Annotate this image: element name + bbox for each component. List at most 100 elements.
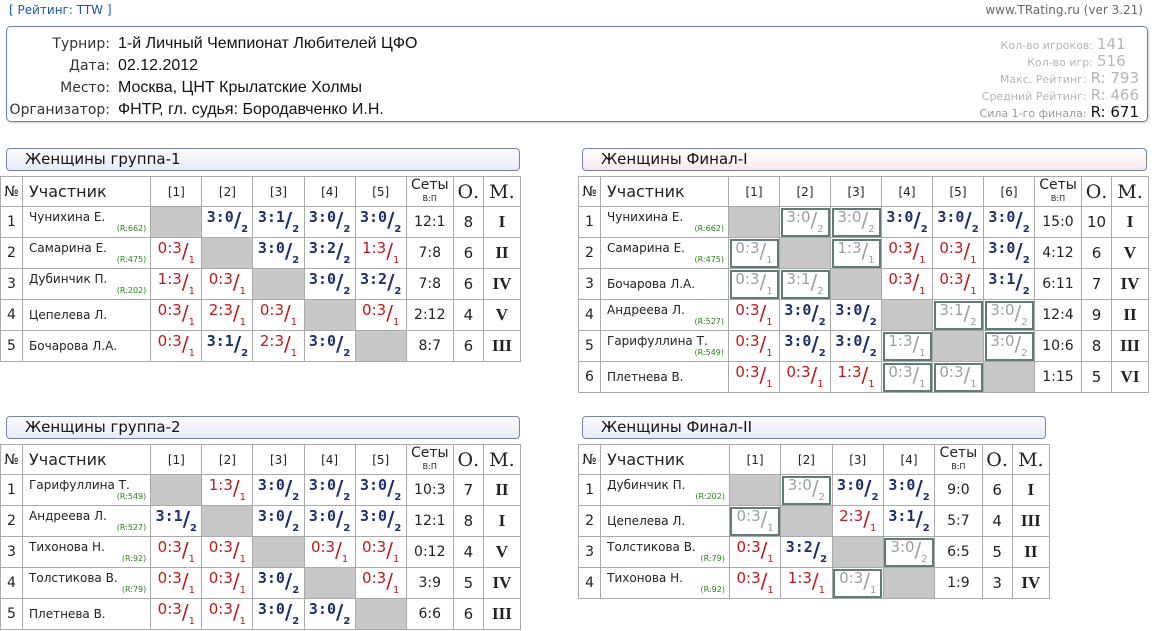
match-result[interactable]: 0:3/1 xyxy=(150,237,203,269)
match-result[interactable]: 3:0/2 xyxy=(252,505,305,537)
participant-name[interactable]: Тихонова Н. (R:92) xyxy=(22,536,152,568)
match-result[interactable]: 0:3/1 xyxy=(728,361,780,393)
match-result[interactable]: 3:0/2 xyxy=(303,474,356,506)
match-result[interactable]: 0:3/1 xyxy=(150,598,203,630)
match-result[interactable]: 0:3/1 xyxy=(728,567,782,599)
rating-type-link[interactable]: [ Рейтинг: TTW ] xyxy=(9,3,112,17)
match-result[interactable]: 0:3/1 xyxy=(728,505,782,537)
participant-name[interactable]: Бочарова Л.А. xyxy=(22,330,152,362)
match-result[interactable]: 3:2/2 xyxy=(303,237,356,269)
player-name[interactable]: Плетнева В. xyxy=(607,370,728,384)
participant-name[interactable]: Гарифуллина Т. (R:549) xyxy=(600,330,729,362)
match-result[interactable]: 0:3/1 xyxy=(728,237,780,269)
match-result[interactable]: 3:0/2 xyxy=(252,567,305,599)
participant-name[interactable]: Бочарова Л.А. xyxy=(600,268,729,300)
participant-name[interactable]: Дубинчик П. (R:202) xyxy=(22,268,152,300)
match-result[interactable]: 3:0/2 xyxy=(354,505,407,537)
player-name[interactable]: Толстикова В. xyxy=(29,572,150,585)
participant-name[interactable]: Дубинчик П. (R:202) xyxy=(600,474,730,506)
player-name[interactable]: Плетнева В. xyxy=(29,607,150,621)
match-result[interactable]: 0:3/1 xyxy=(150,536,203,568)
participant-name[interactable]: Чунихина Е. (R:662) xyxy=(22,206,152,238)
match-result[interactable]: 3:0/2 xyxy=(932,206,984,238)
match-result[interactable]: 0:3/1 xyxy=(252,299,305,331)
match-result[interactable]: 0:3/1 xyxy=(881,268,933,300)
match-result[interactable]: 3:0/2 xyxy=(303,268,356,300)
match-result[interactable]: 3:0/2 xyxy=(303,598,356,630)
match-result[interactable]: 3:0/2 xyxy=(983,330,1035,362)
match-result[interactable]: 3:1/2 xyxy=(779,268,831,300)
player-name[interactable]: Тихонова Н. xyxy=(607,572,728,585)
match-result[interactable]: 3:1/2 xyxy=(150,505,203,537)
participant-name[interactable]: Цепелева Л. xyxy=(600,505,730,537)
match-result[interactable]: 0:3/1 xyxy=(728,299,780,331)
match-result[interactable]: 0:3/1 xyxy=(728,330,780,362)
player-name[interactable]: Тихонова Н. xyxy=(29,541,150,554)
match-result[interactable]: 0:3/1 xyxy=(201,567,254,599)
participant-name[interactable]: Толстикова В. (R:79) xyxy=(22,567,152,599)
match-result[interactable]: 0:3/1 xyxy=(932,361,984,393)
match-result[interactable]: 3:0/2 xyxy=(881,206,933,238)
match-result[interactable]: 3:0/2 xyxy=(983,206,1035,238)
match-result[interactable]: 1:3/1 xyxy=(830,361,882,393)
match-result[interactable]: 1:3/1 xyxy=(201,474,254,506)
match-result[interactable]: 1:3/1 xyxy=(881,330,933,362)
player-name[interactable]: Андреева Л. xyxy=(29,510,150,523)
match-result[interactable]: 3:0/2 xyxy=(779,206,831,238)
match-result[interactable]: 3:0/2 xyxy=(201,206,254,238)
player-name[interactable]: Гарифуллина Т. xyxy=(607,335,728,348)
participant-name[interactable]: Тихонова Н. (R:92) xyxy=(600,567,730,599)
participant-name[interactable]: Цепелева Л. xyxy=(22,299,152,331)
match-result[interactable]: 0:3/1 xyxy=(831,567,884,599)
match-result[interactable]: 3:0/2 xyxy=(983,237,1035,269)
match-result[interactable]: 0:3/1 xyxy=(354,567,407,599)
match-result[interactable]: 3:0/2 xyxy=(354,474,407,506)
match-result[interactable]: 0:3/1 xyxy=(354,536,407,568)
player-name[interactable]: Чунихина Е. xyxy=(29,211,150,224)
player-name[interactable]: Андреева Л. xyxy=(607,304,728,317)
match-result[interactable]: 3:1/2 xyxy=(983,268,1035,300)
match-result[interactable]: 3:0/2 xyxy=(830,299,882,331)
match-result[interactable]: 0:3/1 xyxy=(201,268,254,300)
participant-name[interactable]: Плетнева В. xyxy=(22,598,152,630)
match-result[interactable]: 3:1/2 xyxy=(882,505,936,537)
participant-name[interactable]: Толстикова В. (R:79) xyxy=(600,536,730,568)
match-result[interactable]: 3:0/2 xyxy=(882,474,936,506)
participant-name[interactable]: Чунихина Е. (R:662) xyxy=(600,206,729,238)
match-result[interactable]: 3:0/2 xyxy=(303,330,356,362)
match-result[interactable]: 3:0/2 xyxy=(303,505,356,537)
participant-name[interactable]: Андреева Л. (R:527) xyxy=(22,505,152,537)
player-name[interactable]: Бочарова Л.А. xyxy=(29,339,150,353)
player-name[interactable]: Гарифуллина Т. xyxy=(29,479,150,492)
match-result[interactable]: 2:3/1 xyxy=(831,505,884,537)
player-name[interactable]: Самарина Е. xyxy=(607,242,728,255)
match-result[interactable]: 2:3/1 xyxy=(252,330,305,362)
match-result[interactable]: 0:3/1 xyxy=(932,268,984,300)
match-result[interactable]: 3:1/2 xyxy=(252,206,305,238)
match-result[interactable]: 0:3/1 xyxy=(150,567,203,599)
match-result[interactable]: 0:3/1 xyxy=(354,299,407,331)
match-result[interactable]: 3:0/2 xyxy=(830,330,882,362)
match-result[interactable]: 3:0/2 xyxy=(303,206,356,238)
match-result[interactable]: 2:3/1 xyxy=(201,299,254,331)
participant-name[interactable]: Гарифуллина Т. (R:549) xyxy=(22,474,152,506)
match-result[interactable]: 3:0/2 xyxy=(882,536,936,568)
player-name[interactable]: Дубинчик П. xyxy=(607,479,728,492)
match-result[interactable]: 3:0/2 xyxy=(779,330,831,362)
match-result[interactable]: 0:3/1 xyxy=(150,299,203,331)
match-result[interactable]: 0:3/1 xyxy=(728,268,780,300)
match-result[interactable]: 3:0/2 xyxy=(983,299,1035,331)
match-result[interactable]: 0:3/1 xyxy=(201,598,254,630)
match-result[interactable]: 0:3/1 xyxy=(201,536,254,568)
match-result[interactable]: 3:2/2 xyxy=(354,268,407,300)
match-result[interactable]: 3:0/2 xyxy=(830,206,882,238)
match-result[interactable]: 3:0/2 xyxy=(252,474,305,506)
match-result[interactable]: 3:0/2 xyxy=(354,206,407,238)
match-result[interactable]: 3:0/2 xyxy=(779,299,831,331)
match-result[interactable]: 0:3/1 xyxy=(150,330,203,362)
participant-name[interactable]: Самарина Е. (R:475) xyxy=(22,237,152,269)
match-result[interactable]: 0:3/1 xyxy=(728,536,782,568)
player-name[interactable]: Цепелева Л. xyxy=(29,308,150,322)
match-result[interactable]: 3:0/2 xyxy=(252,598,305,630)
match-result[interactable]: 1:3/1 xyxy=(150,268,203,300)
